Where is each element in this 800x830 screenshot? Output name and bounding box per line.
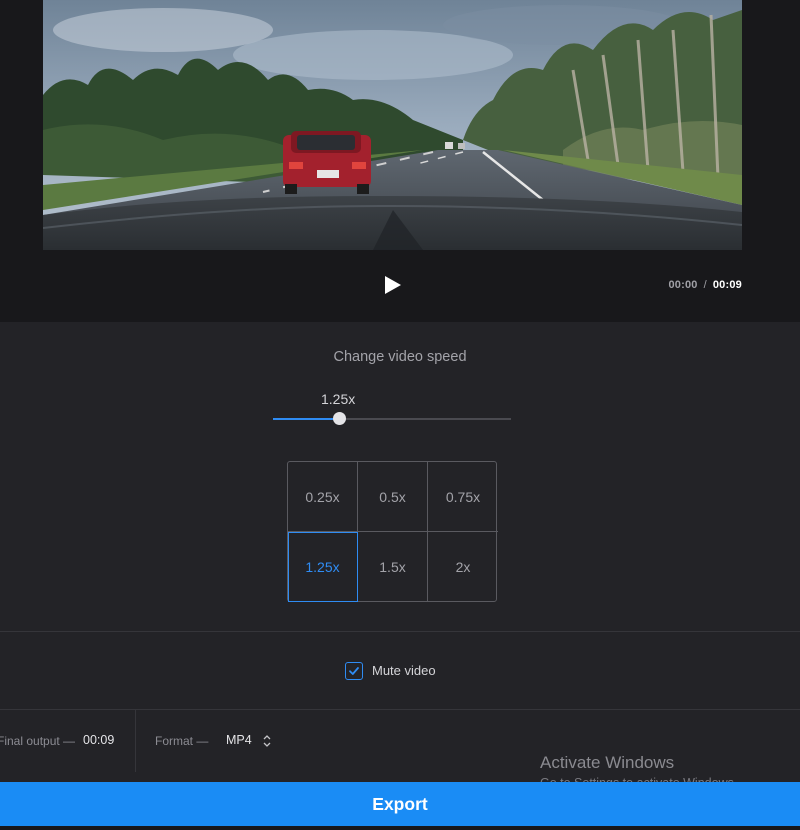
speed-option-2x[interactable]: 2x bbox=[428, 532, 498, 602]
current-time: 00:00 bbox=[668, 279, 698, 291]
video-speed-editor: 00:00 / 00:09 Change video speed 1.25x 0.2… bbox=[0, 0, 800, 830]
video-player: 00:00 / 00:09 bbox=[0, 0, 800, 322]
activate-windows-title: Activate Windows bbox=[540, 753, 675, 772]
final-output-label: Final output — bbox=[0, 734, 76, 748]
speed-title: Change video speed bbox=[333, 349, 467, 365]
time-separator: / bbox=[703, 279, 707, 291]
mute-row: Mute video bbox=[0, 631, 800, 709]
speed-panel: Change video speed 1.25x 0.25x 0.5x 0.75… bbox=[0, 322, 800, 631]
speed-slider-value: 1.25x bbox=[321, 391, 356, 407]
speed-option-0-5x[interactable]: 0.5x bbox=[358, 462, 428, 532]
bottom-strip bbox=[0, 826, 800, 830]
format-select[interactable]: MP4 bbox=[226, 733, 252, 747]
checkmark-icon bbox=[349, 667, 359, 675]
total-time: 00:09 bbox=[712, 279, 742, 291]
speed-option-1-5x[interactable]: 1.5x bbox=[358, 532, 428, 602]
updown-chevron-icon[interactable] bbox=[262, 733, 272, 749]
export-button[interactable]: Export bbox=[0, 782, 800, 826]
speed-option-0-75x[interactable]: 0.75x bbox=[428, 462, 498, 532]
output-bar: Final output — 00:09 Format — MP4 bbox=[0, 709, 800, 772]
speed-options-grid: 0.25x 0.5x 0.75x 1.25x 1.5x 2x bbox=[287, 461, 498, 602]
final-output: Final output — 00:09 bbox=[0, 710, 136, 772]
play-button[interactable] bbox=[380, 272, 406, 298]
time-display: 00:00 / 00:09 bbox=[668, 279, 742, 291]
mute-label[interactable]: Mute video bbox=[372, 663, 436, 678]
speed-option-1-25x[interactable]: 1.25x bbox=[288, 532, 358, 602]
speed-slider-fill bbox=[273, 418, 340, 420]
play-icon bbox=[385, 276, 401, 294]
format-label: Format — bbox=[155, 734, 209, 748]
speed-slider-handle[interactable] bbox=[333, 412, 347, 425]
video-preview[interactable] bbox=[43, 0, 742, 250]
final-output-value: 00:09 bbox=[83, 733, 115, 747]
speed-slider[interactable] bbox=[273, 412, 511, 425]
speed-option-0-25x[interactable]: 0.25x bbox=[288, 462, 358, 532]
mute-checkbox[interactable] bbox=[345, 662, 363, 680]
